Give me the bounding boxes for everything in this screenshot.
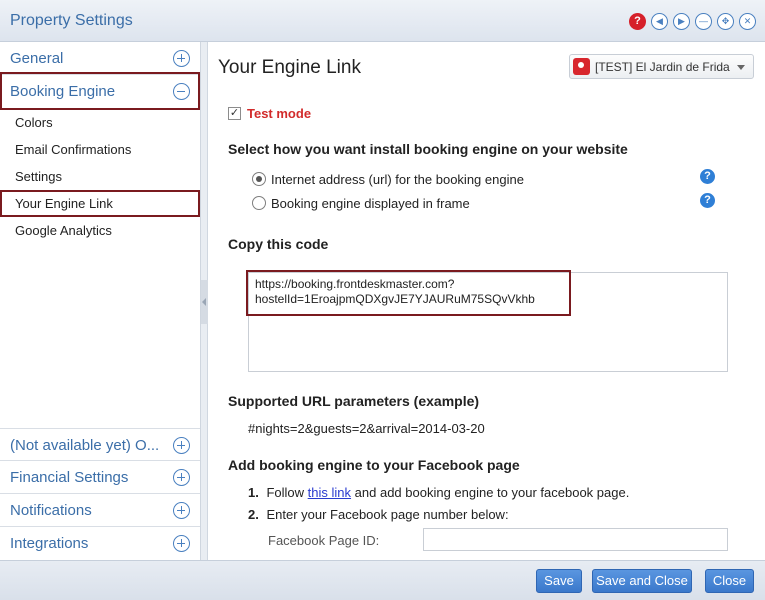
property-select[interactable]: [TEST] El Jardin de Frida — [569, 54, 754, 79]
sidebar-section-booking-engine[interactable]: Booking Engine — [0, 72, 200, 110]
radio-frame-label: Booking engine displayed in frame — [271, 196, 470, 211]
collapse-minus-icon[interactable] — [173, 83, 190, 100]
facebook-link[interactable]: this link — [308, 485, 351, 500]
dialog-footer: Save Save and Close Close — [0, 560, 765, 600]
property-select-value: [TEST] El Jardin de Frida — [595, 60, 730, 74]
expand-plus-icon[interactable] — [173, 502, 190, 519]
splitter-collapse-handle[interactable] — [201, 280, 208, 324]
facebook-heading: Add booking engine to your Facebook page — [228, 457, 520, 473]
test-mode-label: Test mode — [247, 106, 312, 121]
minimize-icon[interactable]: — — [695, 13, 712, 30]
close-button[interactable]: Close — [705, 569, 754, 593]
expand-plus-icon[interactable] — [173, 50, 190, 67]
settings-sidebar: General Booking Engine Colors Email Conf… — [0, 42, 201, 560]
sidebar-item-your-engine-link[interactable]: Your Engine Link — [0, 190, 200, 217]
main-panel: Your Engine Link [TEST] El Jardin de Fri… — [208, 42, 765, 560]
params-heading: Supported URL parameters (example) — [228, 393, 480, 409]
prev-icon[interactable]: ◀ — [651, 13, 668, 30]
help-icon[interactable]: ? — [629, 13, 646, 30]
page-title: Your Engine Link — [218, 57, 361, 78]
step-text: Follow — [266, 485, 305, 500]
radio-url[interactable] — [252, 172, 266, 186]
facebook-page-id-input[interactable] — [423, 528, 728, 551]
sidebar-section-label: Integrations — [10, 535, 89, 552]
save-button[interactable]: Save — [536, 569, 582, 593]
params-example: #nights=2&guests=2&arrival=2014-03-20 — [248, 421, 485, 436]
sidebar-item-email-confirmations[interactable]: Email Confirmations — [0, 136, 200, 163]
help-icon[interactable]: ? — [700, 169, 715, 184]
save-and-close-button[interactable]: Save and Close — [592, 569, 692, 593]
sidebar-section-general[interactable]: General — [0, 42, 200, 75]
code-line: https://booking.frontdeskmaster.com? — [255, 277, 455, 291]
step-number: 1. — [248, 485, 259, 500]
sidebar-section-label: Notifications — [10, 502, 92, 519]
sidebar-section-not-available[interactable]: (Not available yet) O... — [0, 428, 200, 461]
expand-plus-icon[interactable] — [173, 437, 190, 454]
panel-splitter[interactable] — [201, 42, 208, 560]
map-pin-icon — [573, 58, 590, 75]
sidebar-section-notifications[interactable]: Notifications — [0, 494, 200, 527]
window-title: Property Settings — [10, 12, 133, 29]
sidebar-item-settings[interactable]: Settings — [0, 163, 200, 190]
sidebar-section-financial-settings[interactable]: Financial Settings — [0, 461, 200, 494]
sidebar-section-label: (Not available yet) O... — [10, 437, 160, 454]
sidebar-section-integrations[interactable]: Integrations — [0, 527, 200, 560]
sidebar-item-colors[interactable]: Colors — [0, 109, 200, 136]
radio-frame[interactable] — [252, 196, 266, 210]
sidebar-section-label: Financial Settings — [10, 469, 129, 486]
help-icon[interactable]: ? — [700, 193, 715, 208]
facebook-page-id-label: Facebook Page ID: — [268, 533, 380, 548]
facebook-step-1: 1. Follow this link and add booking engi… — [248, 485, 629, 500]
test-mode-checkbox[interactable]: ✓ — [228, 107, 241, 120]
code-line: hostelId=1EroajpmQDXgvJE7YJAURuM75SQvVkh… — [255, 292, 535, 306]
step-text: and add booking engine to your facebook … — [354, 485, 630, 500]
engine-link-code-text[interactable]: https://booking.frontdeskmaster.com? hos… — [246, 270, 571, 316]
sidebar-item-google-analytics[interactable]: Google Analytics — [0, 217, 200, 244]
chevron-down-icon — [737, 65, 745, 70]
next-icon[interactable]: ▶ — [673, 13, 690, 30]
install-heading: Select how you want install booking engi… — [228, 141, 628, 157]
window-titlebar: Property Settings ? ◀ ▶ — ✥ ✕ — [0, 0, 765, 42]
copy-heading: Copy this code — [228, 236, 329, 252]
expand-plus-icon[interactable] — [173, 469, 190, 486]
sidebar-section-label: General — [10, 50, 64, 67]
expand-plus-icon[interactable] — [173, 535, 190, 552]
radio-url-label: Internet address (url) for the booking e… — [271, 172, 524, 187]
step-text: Enter your Facebook page number below: — [266, 507, 509, 522]
window-controls: ? ◀ ▶ — ✥ ✕ — [629, 13, 756, 30]
sidebar-section-label: Booking Engine — [10, 83, 116, 100]
close-icon[interactable]: ✕ — [739, 13, 756, 30]
step-number: 2. — [248, 507, 259, 522]
maximize-icon[interactable]: ✥ — [717, 13, 734, 30]
facebook-step-2: 2. Enter your Facebook page number below… — [248, 507, 509, 522]
